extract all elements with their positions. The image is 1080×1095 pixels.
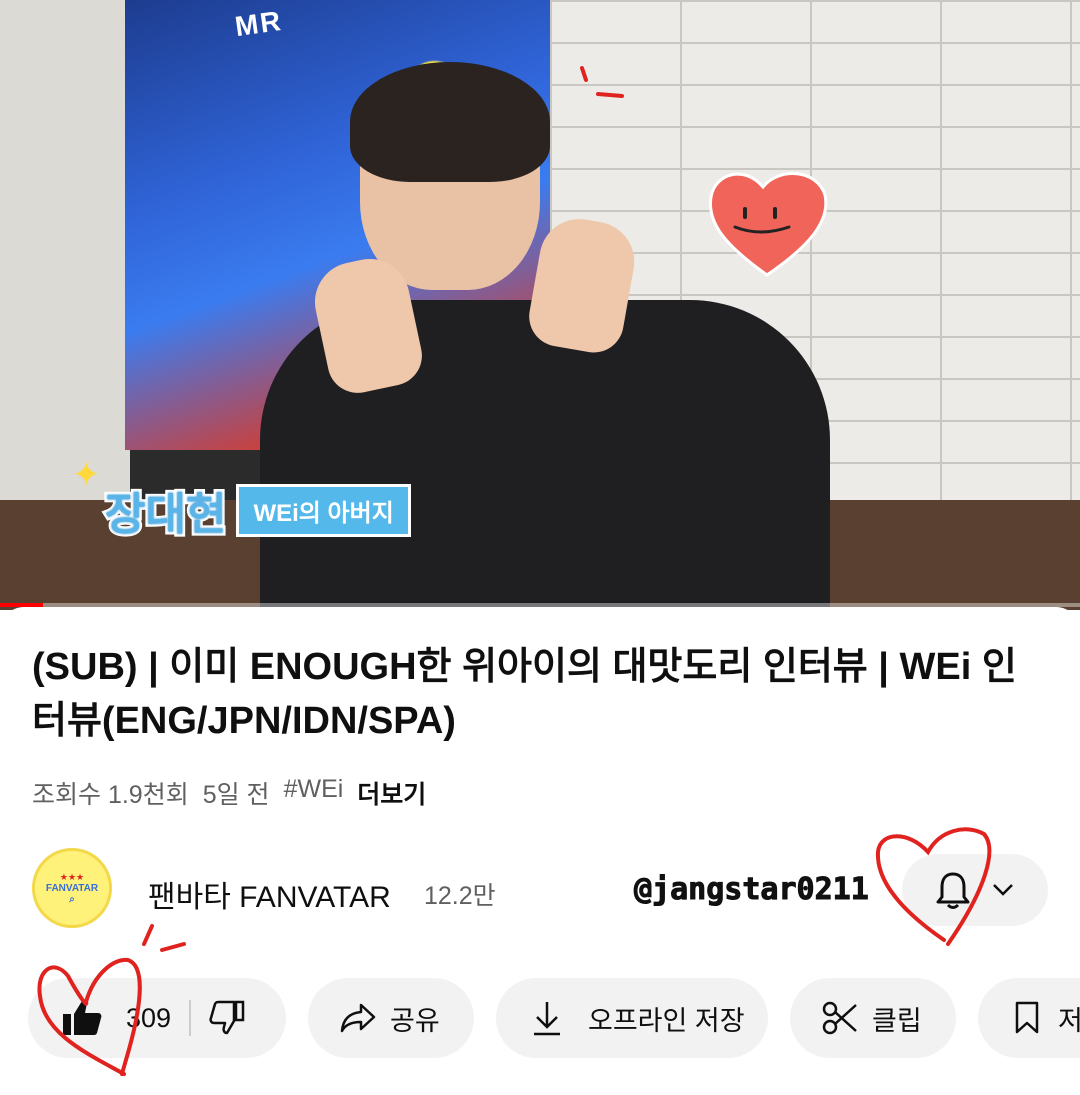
download-icon <box>534 1002 560 1036</box>
dislike-button[interactable] <box>209 1000 245 1036</box>
hashtag-link[interactable]: #WEi <box>284 775 344 811</box>
chevron-down-icon <box>993 884 1013 896</box>
channel-avatar[interactable]: ★★★ FANVATAR ⌕ <box>32 848 112 928</box>
clip-label: 클립 <box>872 1005 922 1036</box>
download-button[interactable]: 오프라인 저장 <box>496 978 768 1058</box>
bookmark-icon <box>1015 1001 1039 1034</box>
channel-name[interactable]: 팬바타 FANVATAR <box>148 872 391 916</box>
caption-name: 장대현 <box>102 487 229 542</box>
subscriber-count: 12.2만 <box>424 882 496 910</box>
thumbs-up-icon <box>63 1001 102 1035</box>
caption-tag: 장대현 WEi의 아버지 <box>102 478 411 542</box>
watermark-text: @jangstar0211 <box>634 872 870 908</box>
like-button[interactable] <box>62 999 102 1037</box>
share-label: 공유 <box>390 1005 440 1036</box>
bell-icon <box>936 872 970 909</box>
sparkle-icon: ✦ <box>72 456 101 494</box>
search-icon: ⌕ <box>69 893 75 905</box>
clip-button[interactable]: 클립 <box>790 978 956 1058</box>
thumbs-down-icon <box>209 1000 245 1035</box>
like-count: 309 <box>126 1002 172 1033</box>
like-dislike-group: 309 <box>28 978 286 1058</box>
share-icon <box>340 1003 376 1033</box>
divider <box>189 1000 192 1036</box>
background-wall <box>0 0 130 560</box>
share-button[interactable]: 공유 <box>308 978 474 1058</box>
upload-age: 5일 전 <box>202 781 270 809</box>
heart-sticker-icon <box>708 172 828 277</box>
notification-button[interactable] <box>902 854 1048 926</box>
channel-row: ★★★ FANVATAR ⌕ 팬바타 FANVATAR 12.2만 @jangs… <box>32 848 1052 938</box>
video-title[interactable]: (SUB) | 이미 ENOUGH한 위아이의 대맛도리 인터뷰 | WEi 인… <box>32 640 1042 748</box>
video-meta[interactable]: 조회수 1.9천회 5일 전 #WEi 더보기 <box>32 775 426 811</box>
save-button[interactable]: 저 <box>978 978 1080 1058</box>
view-count: 조회수 1.9천회 <box>32 781 189 809</box>
save-label: 저 <box>1058 1005 1080 1036</box>
caption-role: WEi의 아버지 <box>236 483 411 537</box>
video-player[interactable]: MR ✦ 장대현 WEi의 아버지 <box>0 0 1080 610</box>
scissors-icon <box>822 1001 857 1035</box>
avatar-text: FANVATAR <box>45 882 99 894</box>
download-label: 오프라인 저장 <box>588 1005 745 1036</box>
action-bar: 309 공유 오프라인 저장 클립 저 <box>28 978 1080 1058</box>
poster-text: MR <box>233 4 285 43</box>
more-link[interactable]: 더보기 <box>357 775 426 811</box>
